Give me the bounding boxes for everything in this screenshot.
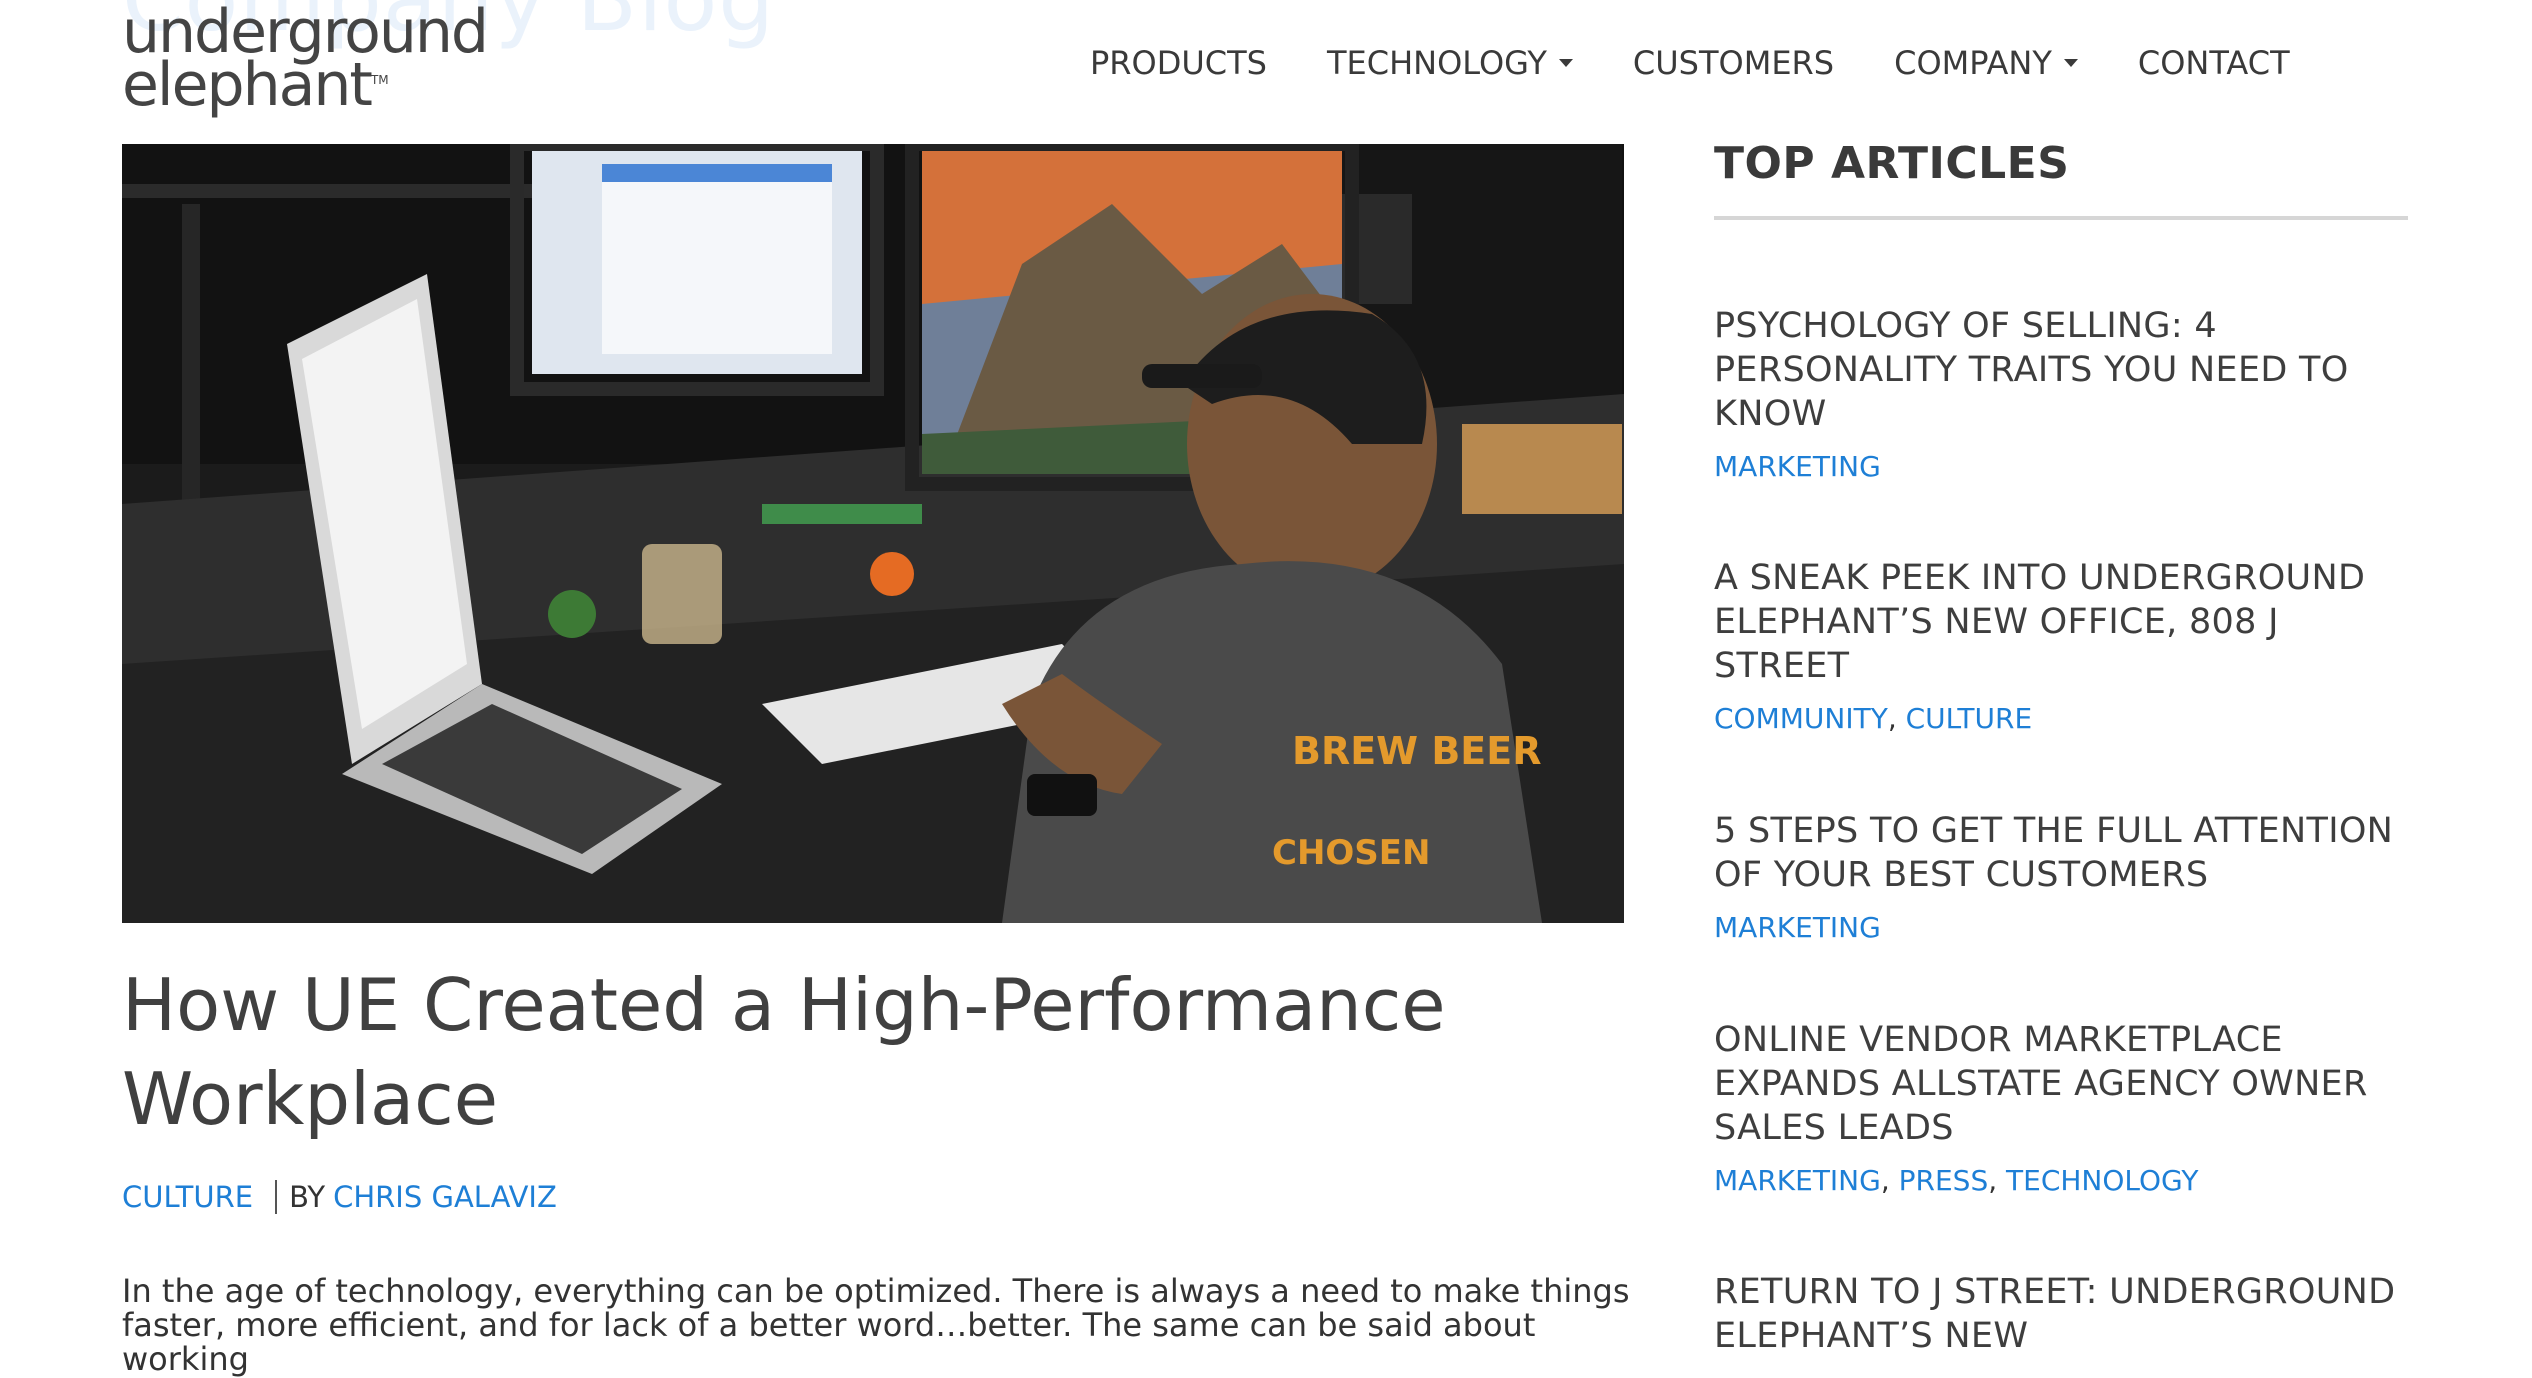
top-articles-sidebar: TOP ARTICLES <box>1714 138 2408 220</box>
category-link[interactable]: MARKETING <box>1714 911 1881 944</box>
meta-divider <box>275 1180 278 1214</box>
top-article-title[interactable]: A SNEAK PEEK INTO UNDERGROUND ELEPHANT’S… <box>1714 556 2414 688</box>
nav-company[interactable]: COMPANY <box>1894 44 2078 82</box>
top-article-title[interactable]: ONLINE VENDOR MARKETPLACE EXPANDS ALLSTA… <box>1714 1018 2414 1150</box>
svg-text:CHOSEN: CHOSEN <box>1272 833 1430 873</box>
top-article-item: PSYCHOLOGY OF SELLING: 4 PERSONALITY TRA… <box>1714 304 2414 483</box>
category-link[interactable]: MARKETING <box>1714 1164 1881 1197</box>
post-meta: CULTURE BY CHRIS GALAVIZ <box>122 1180 557 1214</box>
category-separator: , <box>1880 1164 1899 1197</box>
category-separator: , <box>1887 702 1906 735</box>
nav-customers[interactable]: CUSTOMERS <box>1633 44 1834 82</box>
top-article-item: RETURN TO J STREET: UNDERGROUND ELEPHANT… <box>1714 1270 2414 1358</box>
top-article-title[interactable]: RETURN TO J STREET: UNDERGROUND ELEPHANT… <box>1714 1270 2414 1358</box>
top-article-item: A SNEAK PEEK INTO UNDERGROUND ELEPHANT’S… <box>1714 556 2414 735</box>
nav-contact[interactable]: CONTACT <box>2138 44 2290 82</box>
nav-company-label: COMPANY <box>1894 44 2052 82</box>
logo-trademark: TM <box>370 72 389 87</box>
nav-customers-label: CUSTOMERS <box>1632 44 1835 82</box>
office-photo: BREW BEER CHOSEN <box>122 144 1624 923</box>
nav-technology[interactable]: TECHNOLOGY <box>1327 44 1573 82</box>
top-article-categories: MARKETING <box>1714 911 2414 944</box>
nav-technology-label: TECHNOLOGY <box>1326 44 1547 82</box>
category-link[interactable]: MARKETING <box>1714 450 1881 483</box>
category-separator: , <box>1988 1164 2007 1197</box>
post-excerpt: In the age of technology, everything can… <box>122 1272 1630 1378</box>
post-author-link[interactable]: CHRIS GALAVIZ <box>333 1180 557 1214</box>
main-nav: PRODUCTS TECHNOLOGY CUSTOMERS COMPANY CO… <box>1090 44 2290 82</box>
nav-contact-label: CONTACT <box>2137 44 2290 82</box>
svg-text:BREW BEER: BREW BEER <box>1292 729 1541 773</box>
sidebar-title: TOP ARTICLES <box>1714 138 2070 189</box>
top-article-categories: COMMUNITY, CULTURE <box>1714 702 2414 735</box>
top-article-title[interactable]: 5 STEPS TO GET THE FULL ATTENTION OF YOU… <box>1714 809 2414 897</box>
post-featured-image[interactable]: BREW BEER CHOSEN <box>122 144 1624 923</box>
category-link[interactable]: TECHNOLOGY <box>2006 1164 2198 1197</box>
logo-line-2-text: elephant <box>122 49 373 120</box>
category-link[interactable]: COMMUNITY <box>1714 702 1888 735</box>
top-article-categories: MARKETING <box>1714 450 2414 483</box>
nav-products[interactable]: PRODUCTS <box>1090 44 1267 82</box>
sidebar-divider <box>1714 216 2408 220</box>
top-article-title[interactable]: PSYCHOLOGY OF SELLING: 4 PERSONALITY TRA… <box>1714 304 2414 436</box>
post-category-link[interactable]: CULTURE <box>122 1180 253 1214</box>
category-link[interactable]: CULTURE <box>1906 702 2033 735</box>
top-article-categories: MARKETING, PRESS, TECHNOLOGY <box>1714 1164 2414 1197</box>
site-logo[interactable]: underground elephantTM <box>122 2 489 115</box>
top-article-item: 5 STEPS TO GET THE FULL ATTENTION OF YOU… <box>1714 809 2414 944</box>
chevron-down-icon <box>1558 59 1573 67</box>
post-title[interactable]: How UE Created a High-Performance Workpl… <box>122 958 1622 1146</box>
chevron-down-icon <box>2063 59 2078 67</box>
nav-products-label: PRODUCTS <box>1090 44 1267 82</box>
top-article-item: ONLINE VENDOR MARKETPLACE EXPANDS ALLSTA… <box>1714 1018 2414 1197</box>
category-link[interactable]: PRESS <box>1899 1164 1989 1197</box>
post-by-label: BY <box>289 1180 326 1214</box>
